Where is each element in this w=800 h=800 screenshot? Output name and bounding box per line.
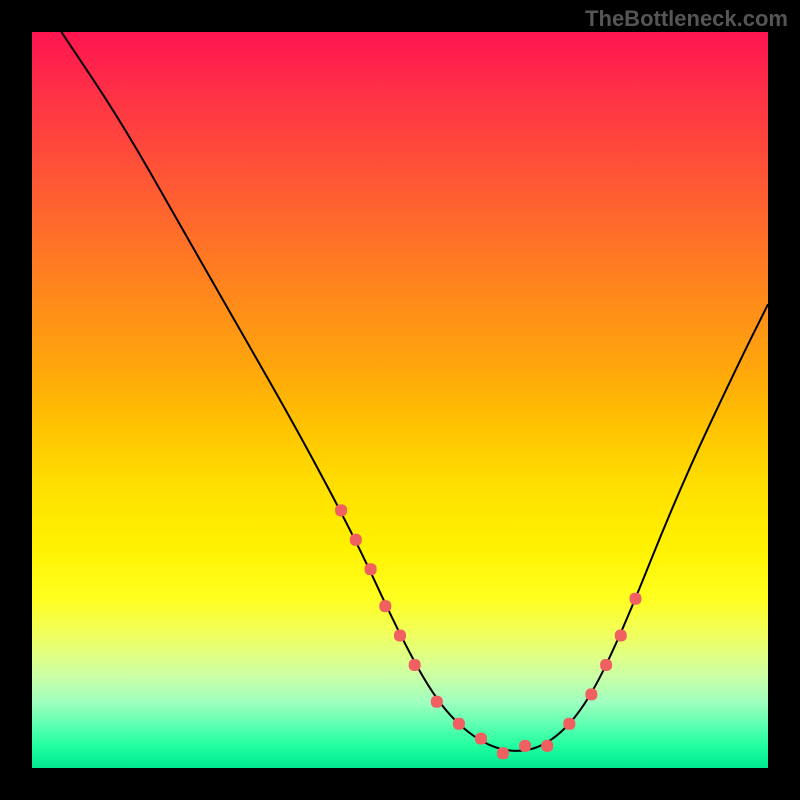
data-point-dot [563,718,575,730]
chart-plot-area [32,32,768,768]
data-point-dot [541,740,553,752]
annotation-dots [335,504,641,759]
data-point-dot [600,659,612,671]
data-point-dot [585,688,597,700]
data-point-dot [475,733,487,745]
data-point-dot [394,630,406,642]
data-point-dot [409,659,421,671]
data-point-dot [615,630,627,642]
watermark-text: TheBottleneck.com [585,6,788,32]
data-point-dot [431,696,443,708]
data-point-dot [630,593,642,605]
data-point-dot [453,718,465,730]
curve-path [61,32,768,751]
data-point-dot [350,534,362,546]
chart-svg [32,32,768,768]
data-point-dot [497,747,509,759]
data-point-dot [519,740,531,752]
data-point-dot [365,563,377,575]
data-point-dot [379,600,391,612]
data-point-dot [335,504,347,516]
